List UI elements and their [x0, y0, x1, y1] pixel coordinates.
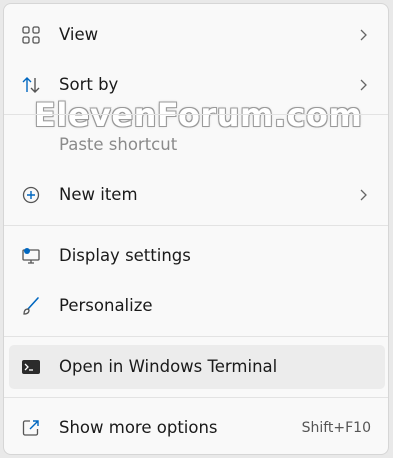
menu-item-view[interactable]: View	[9, 13, 385, 57]
menu-item-label: Open in Windows Terminal	[59, 357, 278, 376]
separator	[4, 225, 388, 226]
context-menu: View Sort by ElevenForum.com Paste short…	[3, 3, 389, 455]
brush-icon	[23, 297, 39, 315]
menu-item-show-more-options[interactable]: Show more options Shift+F10	[9, 406, 385, 450]
menu-item-label: Paste shortcut	[59, 135, 178, 154]
menu-item-label: Sort by	[59, 75, 119, 94]
menu-item-label: Display settings	[59, 246, 191, 265]
chevron-right-icon	[360, 29, 367, 41]
grid-icon	[22, 26, 40, 44]
plus-circle-icon	[22, 186, 40, 204]
menu-item-label: Show more options	[59, 418, 218, 437]
chevron-right-icon	[360, 79, 367, 91]
menu-item-new-item[interactable]: New item	[9, 173, 385, 217]
menu-item-label: View	[59, 25, 99, 44]
menu-item-display-settings[interactable]: Display settings	[9, 234, 385, 278]
chevron-right-icon	[360, 189, 367, 201]
separator	[4, 397, 388, 398]
terminal-icon	[22, 360, 40, 374]
menu-item-open-in-terminal[interactable]: Open in Windows Terminal	[9, 345, 385, 389]
menu-item-personalize[interactable]: Personalize	[9, 284, 385, 328]
open-external-icon	[22, 420, 39, 436]
menu-item-label: Personalize	[59, 296, 153, 315]
menu-item-sort-by[interactable]: Sort by	[9, 63, 385, 107]
display-icon	[22, 248, 40, 264]
menu-item-paste-shortcut: Paste shortcut	[9, 123, 385, 167]
separator	[4, 336, 388, 337]
separator	[4, 114, 388, 115]
menu-item-label: New item	[59, 185, 138, 204]
keyboard-shortcut: Shift+F10	[301, 420, 371, 436]
sort-arrows-icon	[22, 77, 40, 93]
